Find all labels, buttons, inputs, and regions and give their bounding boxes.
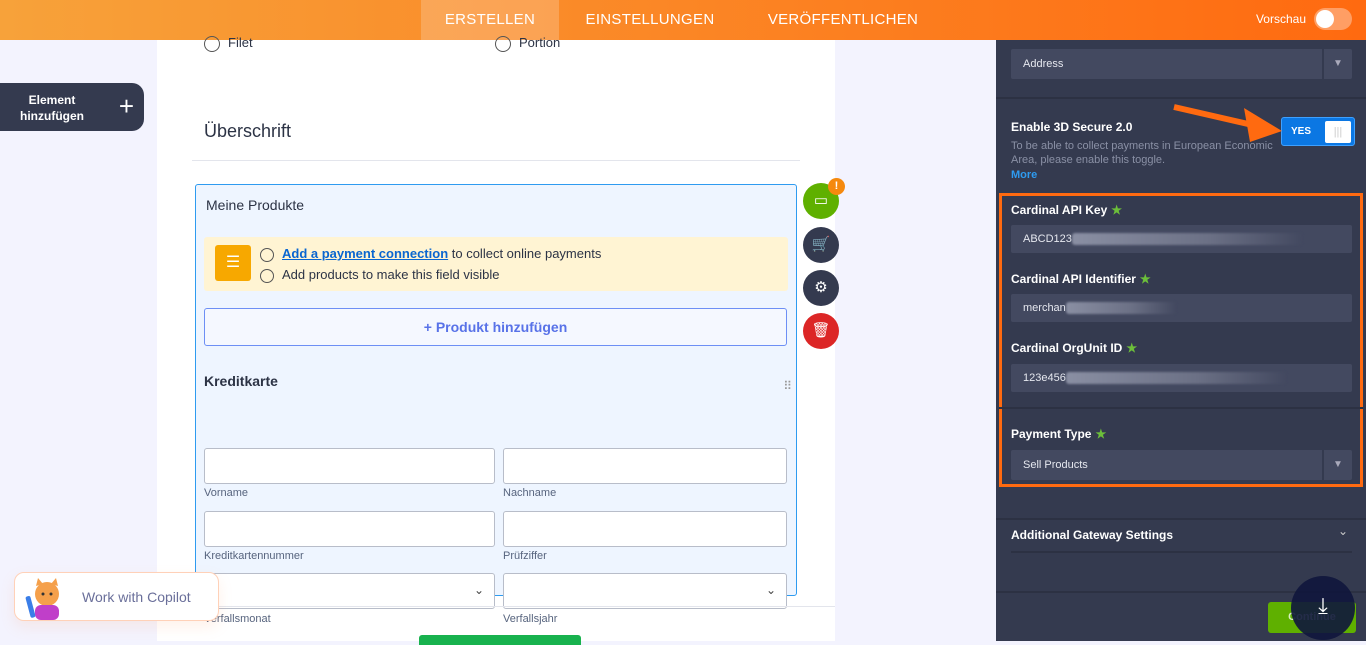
trash-icon: 🗑: [811, 322, 831, 339]
card-number-input[interactable]: [204, 511, 495, 547]
api-identifier-input[interactable]: merchan: [1011, 294, 1352, 322]
form-heading[interactable]: Überschrift: [204, 121, 291, 142]
copilot-label: Work with Copilot: [82, 589, 191, 605]
api-key-input[interactable]: ABCD123: [1011, 225, 1352, 253]
payment-type-label: Payment Type ★: [1011, 427, 1106, 441]
input-value: ABCD123: [1023, 233, 1072, 245]
label-text: Payment Type: [1011, 427, 1092, 441]
divider: [996, 518, 1366, 520]
label-text: Cardinal API Identifier: [1011, 272, 1136, 286]
required-star-icon: ★: [1111, 203, 1123, 217]
tab-einstellungen[interactable]: EINSTELLUNGEN: [566, 0, 734, 40]
notice-text: to collect online payments: [448, 246, 602, 261]
option-label: Filet: [228, 35, 253, 50]
preview-toggle[interactable]: Vorschau: [1256, 8, 1352, 30]
secure-toggle[interactable]: YES |||: [1281, 117, 1355, 146]
add-element-label: Element hinzufügen: [20, 93, 84, 123]
input-value: 123e456: [1023, 372, 1066, 384]
toggle-label: YES: [1291, 126, 1312, 137]
download-icon[interactable]: ⤓: [1291, 576, 1355, 640]
divider: [996, 97, 1366, 99]
add-payment-connection-link[interactable]: Add a payment connection: [282, 246, 448, 261]
last-name-input[interactable]: [503, 448, 787, 484]
option-portion[interactable]: Portion: [495, 35, 560, 52]
required-star-icon: ★: [1139, 272, 1151, 286]
credit-card-icon: ▭: [813, 192, 829, 209]
expiry-year-select[interactable]: ⌄: [503, 573, 787, 609]
required-star-icon: ★: [1095, 427, 1107, 441]
add-product-button[interactable]: + Produkt hinzufügen: [204, 308, 787, 346]
first-name-input[interactable]: [204, 448, 495, 484]
required-star-icon: ★: [1126, 341, 1138, 355]
preview-label: Vorschau: [1255, 12, 1306, 26]
chevron-down-icon[interactable]: ⌄: [1338, 524, 1348, 538]
cart-icon: 🛒: [811, 236, 831, 253]
settings-button[interactable]: ⚙: [803, 270, 839, 306]
chevron-down-icon: ⌄: [765, 583, 776, 597]
divider: [999, 407, 1363, 409]
add-element-button[interactable]: Element hinzufügen +: [0, 83, 144, 131]
more-link[interactable]: More: [1011, 169, 1037, 181]
toggle-knob: |||: [1325, 121, 1351, 143]
notice-text-2: Add products to make this field visible: [282, 267, 500, 282]
divider: [192, 160, 800, 161]
expiry-month-select[interactable]: ⌄: [204, 573, 495, 609]
field-label: Nachname: [503, 487, 557, 499]
form-canvas: Filet Portion Überschrift Meine Produkte…: [157, 35, 835, 641]
top-bar: ERSTELLEN EINSTELLUNGEN VERÖFFENTLICHEN …: [0, 0, 1366, 40]
field-label: Verfallsjahr: [503, 613, 558, 625]
orgunit-label: Cardinal OrgUnit ID ★: [1011, 341, 1137, 355]
orgunit-input[interactable]: 123e456: [1011, 364, 1352, 392]
redacted-blur: [1065, 372, 1286, 385]
checklist-icon: ☰: [215, 245, 251, 281]
chevron-down-icon: ⌄: [473, 583, 484, 597]
additional-settings-toggle[interactable]: Additional Gateway Settings: [1011, 528, 1173, 542]
secure-label: Enable 3D Secure 2.0: [1011, 120, 1133, 134]
toggle-switch[interactable]: [1314, 8, 1352, 30]
caret-down-icon: ▼: [1322, 450, 1352, 480]
divider: [157, 606, 835, 607]
select-value: Address: [1023, 58, 1064, 70]
field-label: Kreditkartennummer: [204, 550, 304, 562]
tab-erstellen[interactable]: ERSTELLEN: [421, 0, 559, 40]
annotation-arrow-icon: [1173, 104, 1282, 142]
credit-card-title: Kreditkarte: [204, 373, 278, 389]
cvv-input[interactable]: [503, 511, 787, 547]
products-title: Meine Produkte: [206, 197, 305, 213]
input-value: merchan: [1023, 302, 1066, 314]
field-label: Prüfziffer: [503, 550, 547, 562]
products-field[interactable]: Meine Produkte ☰ Add a payment connectio…: [195, 184, 797, 625]
divider: [1011, 551, 1352, 553]
api-identifier-label: Cardinal API Identifier ★: [1011, 272, 1151, 286]
cart-button[interactable]: 🛒: [803, 227, 839, 263]
tab-veroeffentlichen[interactable]: VERÖFFENTLICHEN: [752, 0, 934, 40]
drag-handle-icon[interactable]: ⠿: [783, 380, 792, 392]
submit-button[interactable]: [419, 635, 581, 645]
select-value: Sell Products: [1023, 459, 1088, 471]
payment-type-select[interactable]: Sell Products ▼: [1011, 450, 1352, 480]
warning-badge-icon: !: [828, 178, 845, 195]
plus-icon: +: [118, 91, 134, 121]
option-label: Portion: [519, 35, 561, 50]
address-select[interactable]: Address ▼: [1011, 49, 1352, 79]
copilot-cat-icon: [25, 578, 59, 620]
field-label: Vorname: [204, 487, 249, 499]
caret-down-icon: ▼: [1322, 49, 1352, 79]
label-text: Cardinal API Key: [1011, 203, 1108, 217]
label-text: Cardinal OrgUnit ID: [1011, 341, 1123, 355]
gear-icon: ⚙: [814, 279, 828, 296]
delete-button[interactable]: 🗑: [803, 313, 839, 349]
copilot-button[interactable]: Work with Copilot: [14, 572, 219, 621]
redacted-blur: [1071, 233, 1302, 246]
redacted-blur: [1065, 302, 1176, 315]
api-key-label: Cardinal API Key ★: [1011, 203, 1122, 217]
option-filet[interactable]: Filet: [204, 35, 253, 52]
payment-notice: ☰ Add a payment connection to collect on…: [204, 237, 788, 291]
